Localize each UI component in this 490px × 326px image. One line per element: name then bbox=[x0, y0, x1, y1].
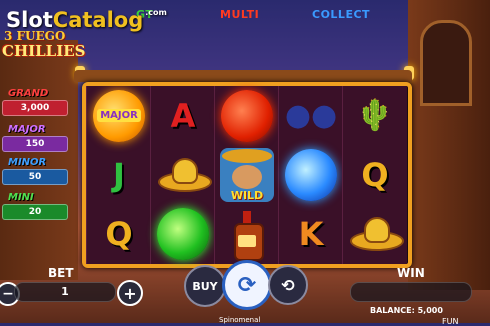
jackpot-label: MAJOR bbox=[8, 124, 46, 135]
game-logo-line1: 3 FUEGO bbox=[4, 29, 66, 43]
jackpot-label: MINI bbox=[8, 192, 34, 203]
jackpot-label: MINOR bbox=[8, 157, 47, 168]
autoplay-icon: ⟲ bbox=[281, 275, 295, 295]
symbol-q: Q bbox=[343, 145, 407, 204]
jackpot-value: 20 bbox=[2, 204, 68, 220]
hot-sauce-symbol bbox=[215, 204, 279, 263]
jackpot-minor: MINOR 50 bbox=[2, 157, 68, 185]
jackpot-major: MAJOR 150 bbox=[2, 124, 68, 152]
spin-icon: ⟳ bbox=[237, 272, 257, 298]
orb-blue-symbol bbox=[279, 145, 343, 204]
symbol-a: A bbox=[151, 86, 215, 145]
wild-symbol: WILD bbox=[215, 145, 279, 204]
symbol-letter: J bbox=[113, 155, 125, 194]
buy-feature-button[interactable]: BUY bbox=[184, 265, 226, 307]
orb-red-icon bbox=[221, 89, 273, 142]
orb-orange-symbol: MAJOR bbox=[87, 86, 151, 145]
cactus-symbol: 🌵 bbox=[343, 86, 407, 145]
jackpot-grand: GRAND 3,000 bbox=[2, 88, 68, 116]
feature-label-3: COLLECT bbox=[312, 8, 371, 21]
mode-label: FUN bbox=[442, 317, 459, 326]
win-label: WIN bbox=[397, 266, 425, 280]
reel-frame-top bbox=[74, 70, 412, 82]
symbol-j: J bbox=[87, 145, 151, 204]
reel-3: WILD bbox=[214, 86, 279, 264]
watermark-suffix: .com bbox=[145, 8, 167, 17]
game-logo-line2: CHILLIES bbox=[2, 42, 86, 60]
symbol-q: Q bbox=[87, 204, 151, 263]
building-arch bbox=[420, 20, 472, 106]
jackpot-mini: MINI 20 bbox=[2, 192, 68, 220]
bet-label: BET bbox=[48, 266, 74, 280]
right-building bbox=[408, 0, 490, 290]
autoplay-button[interactable]: ⟲ bbox=[268, 265, 308, 305]
feature-label-2: MULTI bbox=[220, 8, 260, 21]
watermark-catalog: Catalog bbox=[52, 8, 144, 32]
orb-red-symbol bbox=[215, 86, 279, 145]
orb-label: MAJOR bbox=[97, 109, 141, 122]
symbol-letter: K bbox=[298, 214, 324, 253]
reel-grid: MAJOR J Q A WILD ●● K 🌵 Q bbox=[82, 82, 412, 268]
reel-5: 🌵 Q bbox=[342, 86, 407, 264]
spin-button[interactable]: ⟳ bbox=[222, 260, 272, 310]
sombrero-icon bbox=[350, 216, 404, 251]
symbol-letter: Q bbox=[105, 214, 133, 253]
mariachi-wild-icon: WILD bbox=[220, 147, 274, 202]
bet-value: 1 bbox=[14, 282, 116, 302]
reel-2: A bbox=[150, 86, 215, 264]
hot-sauce-icon bbox=[234, 210, 264, 261]
maracas-icon: ●● bbox=[284, 98, 338, 133]
bet-increase-button[interactable]: + bbox=[117, 280, 143, 306]
sombrero-symbol bbox=[151, 145, 215, 204]
orb-orange-icon: MAJOR bbox=[93, 89, 145, 142]
orb-blue-icon bbox=[285, 148, 337, 201]
balance-display: BALANCE: 5,000 bbox=[370, 306, 443, 315]
wild-label: WILD bbox=[230, 188, 264, 202]
symbol-letter: Q bbox=[361, 155, 389, 194]
jackpot-value: 3,000 bbox=[2, 100, 68, 116]
win-value bbox=[350, 282, 472, 302]
symbol-k: K bbox=[279, 204, 343, 263]
reel-4: ●● K bbox=[278, 86, 343, 264]
jackpot-value: 150 bbox=[2, 136, 68, 152]
orb-green-icon bbox=[157, 207, 209, 260]
cactus-icon: 🌵 bbox=[356, 98, 394, 133]
sombrero-symbol bbox=[343, 204, 407, 263]
orb-green-symbol bbox=[151, 204, 215, 263]
sombrero-icon bbox=[158, 157, 212, 192]
maracas-symbol: ●● bbox=[279, 86, 343, 145]
jackpot-label: GRAND bbox=[8, 88, 49, 99]
reel-1: MAJOR J Q bbox=[86, 86, 151, 264]
jackpot-value: 50 bbox=[2, 169, 68, 185]
symbol-letter: A bbox=[170, 96, 196, 135]
